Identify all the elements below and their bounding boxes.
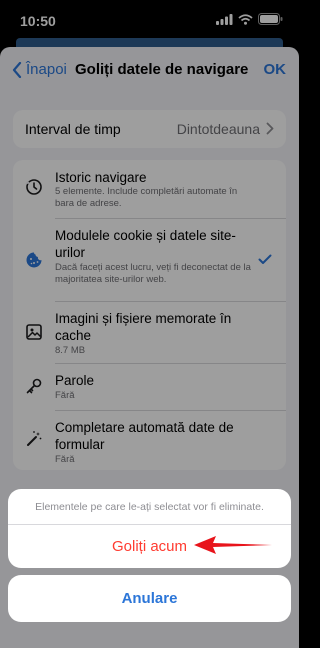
action-sheet-message: Elementele pe care le-ați selectat vor f… <box>35 501 264 513</box>
cancel-button[interactable]: Anulare <box>8 575 291 622</box>
action-sheet: Elementele pe care le-ați selectat vor f… <box>8 489 291 568</box>
red-arrow-annotation-icon <box>194 536 272 554</box>
